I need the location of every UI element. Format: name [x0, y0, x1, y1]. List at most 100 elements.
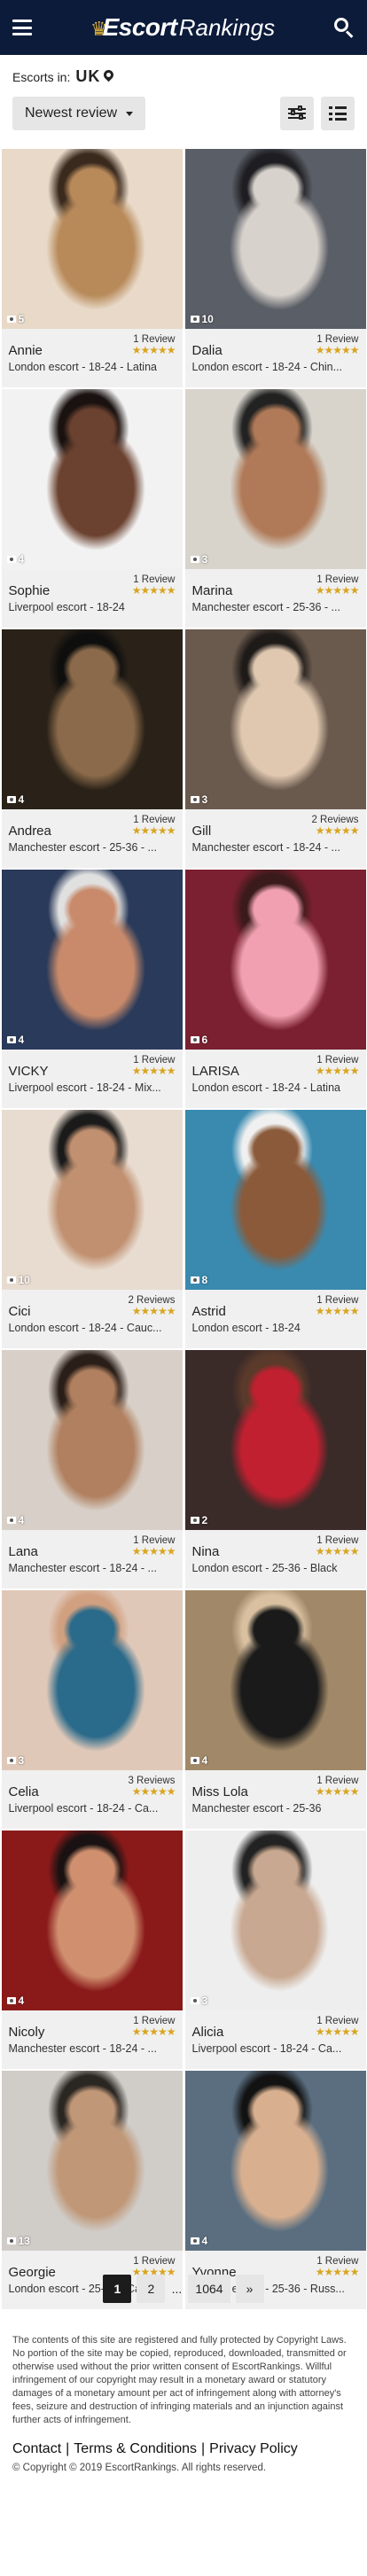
photo-count: 10: [6, 1274, 30, 1286]
photo-count-value: 4: [18, 1514, 25, 1526]
listing-photo[interactable]: 4: [1, 1831, 183, 2010]
listing-meta: Alicia 1 Review ★★★★★ Liverpool escort - 18…: [184, 2010, 366, 2069]
star-rating: ★★★★★: [315, 2026, 360, 2038]
listing-photo[interactable]: 3: [184, 1831, 366, 2010]
privacy-link[interactable]: Privacy Policy: [209, 2441, 298, 2456]
listing-photo[interactable]: 3: [1, 1590, 183, 1770]
star-rating: ★★★★★: [131, 824, 176, 837]
listing-card[interactable]: 4 VICKY 1 Review ★★★★★ Liverpool escort - 18…: [0, 870, 184, 1110]
listing-details: Liverpool escort - 18-24 - Mix...: [8, 1081, 161, 1094]
photo-count: 5: [6, 313, 24, 325]
listing-photo[interactable]: 4: [1, 870, 183, 1050]
listing-card[interactable]: 2 Nina 1 Review ★★★★★ London escort - 25-36 …: [184, 1350, 367, 1590]
listing-card[interactable]: 8 Astrid 1 Review ★★★★★ London escort - 18-2…: [184, 1110, 367, 1350]
listing-photo[interactable]: 6: [184, 870, 366, 1050]
camera-icon: [6, 1997, 16, 2004]
copyright-line: © Copyright © 2019 EscortRankings. All r…: [12, 2463, 267, 2473]
listing-photo[interactable]: 3: [184, 629, 366, 809]
listing-card[interactable]: 4 Lana 1 Review ★★★★★ Manchester escort - 18…: [0, 1350, 184, 1590]
review-summary: 1 Review ★★★★★: [316, 574, 360, 596]
listing-card[interactable]: 3 Marina 1 Review ★★★★★ Manchester escort - …: [184, 389, 367, 629]
listing-details: Liverpool escort - 18-24 - Ca...: [8, 1802, 159, 1815]
page-2-button[interactable]: 2: [137, 2275, 166, 2303]
footer: The contents of this site are registered…: [12, 2334, 355, 2473]
star-rating: ★★★★★: [131, 344, 176, 356]
camera-icon: [6, 1036, 16, 1043]
location-selector[interactable]: Escorts in: UK: [0, 55, 367, 86]
listing-photo[interactable]: 4: [184, 1590, 366, 1770]
page-1-button[interactable]: 1: [103, 2275, 132, 2303]
review-summary: 1 Review ★★★★★: [316, 1055, 360, 1076]
listing-card[interactable]: 5 Annie 1 Review ★★★★★ London escort - 18-24…: [0, 149, 184, 389]
photo-count: 6: [190, 1034, 207, 1046]
listing-card[interactable]: 6 LARISA 1 Review ★★★★★ London escort - 18-2…: [184, 870, 367, 1110]
camera-icon: [6, 1276, 16, 1284]
camera-icon: [6, 556, 16, 563]
listing-card[interactable]: 3 Gill 2 Reviews ★★★★★ Manchester escort - 1…: [184, 629, 367, 870]
listing-details: Manchester escort - 18-24 - ...: [8, 2042, 157, 2055]
listing-meta: Lana 1 Review ★★★★★ Manchester escort - 18-…: [1, 1530, 183, 1589]
star-rating: ★★★★★: [315, 1545, 360, 1557]
listing-photo[interactable]: 8: [184, 1110, 366, 1290]
listing-photo[interactable]: 2: [184, 1350, 366, 1530]
photo-count-value: 3: [201, 1994, 208, 2007]
sort-dropdown[interactable]: Newest review: [12, 97, 146, 130]
review-summary: 1 Review ★★★★★: [132, 574, 176, 596]
contact-link[interactable]: Contact: [12, 2441, 61, 2456]
star-rating: ★★★★★: [131, 1305, 176, 1317]
photo-count: 3: [190, 793, 207, 806]
camera-icon: [6, 1757, 16, 1764]
location-country[interactable]: UK: [75, 67, 100, 86]
review-summary: 1 Review ★★★★★: [315, 2016, 360, 2038]
logo-text-escort: Escort: [102, 13, 178, 41]
listing-card[interactable]: 3 Celia 3 Reviews ★★★★★ Liverpool escort - 1…: [0, 1590, 184, 1831]
photo-count-value: 4: [18, 553, 25, 566]
terms-link[interactable]: Terms & Conditions: [74, 2441, 197, 2456]
listing-details: Manchester escort - 25-36 - ...: [191, 601, 340, 613]
listing-details: London escort - 18-24 - Cauc...: [8, 1322, 162, 1334]
camera-icon: [6, 2237, 16, 2244]
review-summary: 1 Review ★★★★★: [316, 1776, 360, 1797]
listing-photo[interactable]: 4: [1, 389, 183, 569]
copyright-notice: The contents of this site are registered…: [12, 2335, 347, 2425]
listing-card[interactable]: 4 Andrea 1 Review ★★★★★ Manchester escort - …: [0, 629, 184, 870]
top-navbar: ♛ Escort Rankings: [0, 0, 367, 55]
filter-button[interactable]: [280, 97, 314, 130]
photo-count: 10: [190, 313, 214, 325]
photo-count: 3: [190, 553, 207, 566]
listing-card[interactable]: 3 Alicia 1 Review ★★★★★ Liverpool escort - 1…: [184, 1831, 367, 2071]
page-last-button[interactable]: 1064: [188, 2275, 230, 2303]
listing-meta: Annie 1 Review ★★★★★ London escort - 18-24 …: [1, 329, 183, 387]
listing-details: Manchester escort - 25-36: [191, 1802, 322, 1815]
listing-card[interactable]: 10 Cici 2 Reviews ★★★★★ London escort - 18-2…: [0, 1110, 184, 1350]
location-label: Escorts in:: [12, 69, 71, 84]
list-view-button[interactable]: [321, 97, 355, 130]
listing-details: Manchester escort - 18-24 - ...: [191, 841, 340, 854]
review-summary: 1 Review ★★★★★: [132, 2016, 176, 2037]
photo-count-value: 10: [201, 313, 214, 325]
listing-photo[interactable]: 5: [1, 149, 183, 329]
listing-card[interactable]: 10 Dalia 1 Review ★★★★★ London escort - 18-2…: [184, 149, 367, 389]
listing-photo[interactable]: 4: [184, 2071, 366, 2251]
listing-card[interactable]: 4 Miss Lola 1 Review ★★★★★ Manchester escort…: [184, 1590, 367, 1831]
listing-details: London escort - 18-24 - Chin...: [191, 361, 343, 373]
menu-icon[interactable]: [12, 20, 32, 35]
listing-card[interactable]: 4 Nicoly 1 Review ★★★★★ Manchester escort - …: [0, 1831, 184, 2071]
site-logo[interactable]: ♛ Escort Rankings: [90, 13, 275, 42]
listing-photo[interactable]: 13: [1, 2071, 183, 2251]
listing-meta: Celia 3 Reviews ★★★★★ Liverpool escort - 18…: [1, 1770, 183, 1829]
search-icon[interactable]: [333, 17, 355, 38]
listing-card[interactable]: 4 Sophie 1 Review ★★★★★ Liverpool escort - 1…: [0, 389, 184, 629]
footer-links: Contact | Terms & Conditions | Privacy Polic…: [12, 2441, 355, 2457]
listing-meta: Cici 2 Reviews ★★★★★ London escort - 18-24 …: [1, 1290, 183, 1348]
listing-meta: VICKY 1 Review ★★★★★ Liverpool escort - 18-…: [1, 1050, 183, 1108]
listing-photo[interactable]: 10: [1, 1110, 183, 1290]
listing-photo[interactable]: 4: [1, 629, 183, 809]
listing-photo[interactable]: 10: [184, 149, 366, 329]
photo-count: 13: [6, 2235, 30, 2247]
review-summary: 1 Review ★★★★★: [132, 1055, 176, 1076]
listing-photo[interactable]: 3: [184, 389, 366, 569]
next-page-button[interactable]: »: [235, 2275, 264, 2303]
listing-photo[interactable]: 4: [1, 1350, 183, 1530]
listing-meta: Astrid 1 Review ★★★★★ London escort - 18-24: [184, 1290, 366, 1348]
